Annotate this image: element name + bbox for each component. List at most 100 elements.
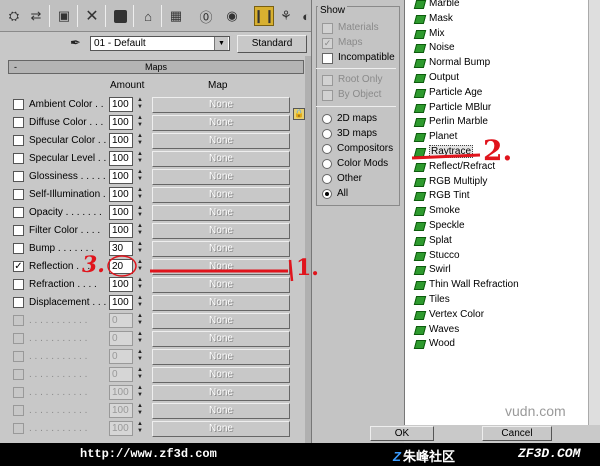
amount-spinner-icon[interactable]: ▲ ▼ bbox=[135, 331, 145, 346]
map-slot-button[interactable]: None bbox=[152, 259, 290, 275]
map-type-list[interactable]: Marble Mask Mix Noise Normal Bump Output Parti… bbox=[404, 0, 600, 425]
map-enable-checkbox[interactable] bbox=[13, 315, 24, 326]
map-amount-field[interactable]: 100 bbox=[109, 133, 133, 148]
map-enable-checkbox[interactable] bbox=[13, 117, 24, 128]
map-amount-field[interactable]: 30 bbox=[109, 241, 133, 256]
map-list-item[interactable]: RGB Multiply bbox=[405, 175, 600, 190]
amount-spinner-icon[interactable]: ▲ ▼ bbox=[135, 205, 145, 220]
map-category-radio[interactable] bbox=[322, 129, 332, 139]
show-in-viewport-icon[interactable]: ⓪ bbox=[196, 6, 216, 26]
map-amount-field[interactable]: 100 bbox=[109, 169, 133, 184]
maps-rollout-header[interactable]: - Maps bbox=[8, 60, 304, 74]
map-amount-field[interactable]: 100 bbox=[109, 295, 133, 310]
map-slot-button[interactable]: None bbox=[152, 223, 290, 239]
map-list-scrollbar[interactable] bbox=[588, 0, 600, 425]
amount-spinner-icon[interactable]: ▲ ▼ bbox=[135, 97, 145, 112]
amount-spinner-icon[interactable]: ▲ ▼ bbox=[135, 223, 145, 238]
amount-spinner-icon[interactable]: ▲ ▼ bbox=[135, 367, 145, 382]
go-forward-icon[interactable]: ⚘ bbox=[276, 6, 296, 26]
amount-spinner-icon[interactable]: ▲ ▼ bbox=[135, 187, 145, 202]
map-list-item[interactable]: Mask bbox=[405, 12, 600, 27]
map-enable-checkbox[interactable] bbox=[13, 297, 24, 308]
map-list-item[interactable]: Speckle bbox=[405, 219, 600, 234]
map-slot-button[interactable]: None bbox=[152, 97, 290, 113]
get-material-icon[interactable]: ⛭ bbox=[4, 6, 24, 26]
map-list-item[interactable]: Splat bbox=[405, 234, 600, 249]
map-list-item[interactable]: Noise bbox=[405, 41, 600, 56]
map-amount-field[interactable]: 100 bbox=[109, 187, 133, 202]
amount-spinner-icon[interactable]: ▲ ▼ bbox=[135, 385, 145, 400]
filter-checkbox[interactable] bbox=[322, 75, 333, 86]
amount-spinner-icon[interactable]: ▲ ▼ bbox=[135, 403, 145, 418]
map-amount-field[interactable]: 0 bbox=[109, 331, 133, 346]
map-list-item[interactable]: Vertex Color bbox=[405, 308, 600, 323]
map-amount-field[interactable]: 100 bbox=[109, 421, 133, 436]
map-list-item[interactable]: Normal Bump bbox=[405, 56, 600, 71]
eyedropper-icon[interactable]: ✒ bbox=[70, 35, 81, 51]
map-slot-button[interactable]: None bbox=[152, 331, 290, 347]
show-checkbox[interactable] bbox=[322, 53, 333, 64]
map-enable-checkbox[interactable] bbox=[13, 189, 24, 200]
map-amount-field[interactable]: 100 bbox=[109, 223, 133, 238]
map-slot-button[interactable]: None bbox=[152, 421, 290, 437]
amount-spinner-icon[interactable]: ▲ ▼ bbox=[135, 277, 145, 292]
map-category-radio[interactable] bbox=[322, 189, 332, 199]
map-list-item[interactable]: Particle Age bbox=[405, 86, 600, 101]
map-enable-checkbox[interactable] bbox=[13, 99, 24, 110]
map-list-item[interactable]: Marble bbox=[405, 0, 600, 12]
put-to-scene-icon[interactable]: ⇄ bbox=[26, 6, 46, 26]
map-enable-checkbox[interactable] bbox=[13, 153, 24, 164]
map-amount-field[interactable]: 100 bbox=[109, 205, 133, 220]
map-list-item[interactable]: Tiles bbox=[405, 293, 600, 308]
map-slot-button[interactable]: None bbox=[152, 241, 290, 257]
map-slot-button[interactable]: None bbox=[152, 151, 290, 167]
material-id-icon[interactable]: ▦ bbox=[166, 6, 186, 26]
show-end-result-icon[interactable]: ◉ bbox=[222, 6, 242, 26]
map-enable-checkbox[interactable] bbox=[13, 405, 24, 416]
map-list-item[interactable]: Mix bbox=[405, 27, 600, 42]
map-category-radio[interactable] bbox=[322, 144, 332, 154]
map-list-item[interactable]: Thin Wall Refraction bbox=[405, 278, 600, 293]
map-enable-checkbox[interactable] bbox=[13, 423, 24, 434]
map-slot-button[interactable]: None bbox=[152, 205, 290, 221]
material-type-button[interactable]: Standard bbox=[237, 35, 307, 53]
map-list-item[interactable]: Smoke bbox=[405, 204, 600, 219]
map-enable-checkbox[interactable]: ✓ bbox=[13, 261, 24, 272]
map-amount-field[interactable]: 20 bbox=[109, 259, 133, 274]
map-enable-checkbox[interactable] bbox=[13, 279, 24, 290]
map-enable-checkbox[interactable] bbox=[13, 207, 24, 218]
map-list-item[interactable]: Output bbox=[405, 71, 600, 86]
map-slot-button[interactable]: None bbox=[152, 277, 290, 293]
map-slot-button[interactable]: None bbox=[152, 385, 290, 401]
cancel-button[interactable]: Cancel bbox=[482, 426, 552, 441]
material-name-dropdown[interactable]: ▼ bbox=[214, 37, 228, 50]
map-category-radio[interactable] bbox=[322, 114, 332, 124]
amount-spinner-icon[interactable]: ▲ ▼ bbox=[135, 169, 145, 184]
show-checkbox[interactable] bbox=[322, 23, 333, 34]
go-to-parent-icon[interactable]: ❙❙ bbox=[253, 6, 275, 26]
map-list-item[interactable]: Waves bbox=[405, 323, 600, 338]
map-amount-field[interactable]: 100 bbox=[109, 151, 133, 166]
map-slot-button[interactable]: None bbox=[152, 295, 290, 311]
amount-spinner-icon[interactable]: ▲ ▼ bbox=[135, 241, 145, 256]
make-unique-icon[interactable] bbox=[110, 6, 130, 26]
map-slot-button[interactable]: None bbox=[152, 403, 290, 419]
map-list-item[interactable]: Perlin Marble bbox=[405, 115, 600, 130]
lock-icon[interactable]: 🔒 bbox=[293, 108, 305, 120]
map-amount-field[interactable]: 0 bbox=[109, 367, 133, 382]
map-amount-field[interactable]: 0 bbox=[109, 313, 133, 328]
show-checkbox[interactable]: ✓ bbox=[322, 38, 333, 49]
map-enable-checkbox[interactable] bbox=[13, 135, 24, 146]
delete-icon[interactable]: ✕ bbox=[82, 6, 102, 26]
map-enable-checkbox[interactable] bbox=[13, 225, 24, 236]
map-category-radio[interactable] bbox=[322, 174, 332, 184]
map-amount-field[interactable]: 0 bbox=[109, 349, 133, 364]
map-enable-checkbox[interactable] bbox=[13, 243, 24, 254]
put-to-library-icon[interactable]: ⌂ bbox=[138, 6, 158, 26]
amount-spinner-icon[interactable]: ▲ ▼ bbox=[135, 349, 145, 364]
map-list-item[interactable]: Particle MBlur bbox=[405, 101, 600, 116]
map-category-radio[interactable] bbox=[322, 159, 332, 169]
map-amount-field[interactable]: 100 bbox=[109, 277, 133, 292]
map-slot-button[interactable]: None bbox=[152, 349, 290, 365]
amount-spinner-icon[interactable]: ▲ ▼ bbox=[135, 313, 145, 328]
